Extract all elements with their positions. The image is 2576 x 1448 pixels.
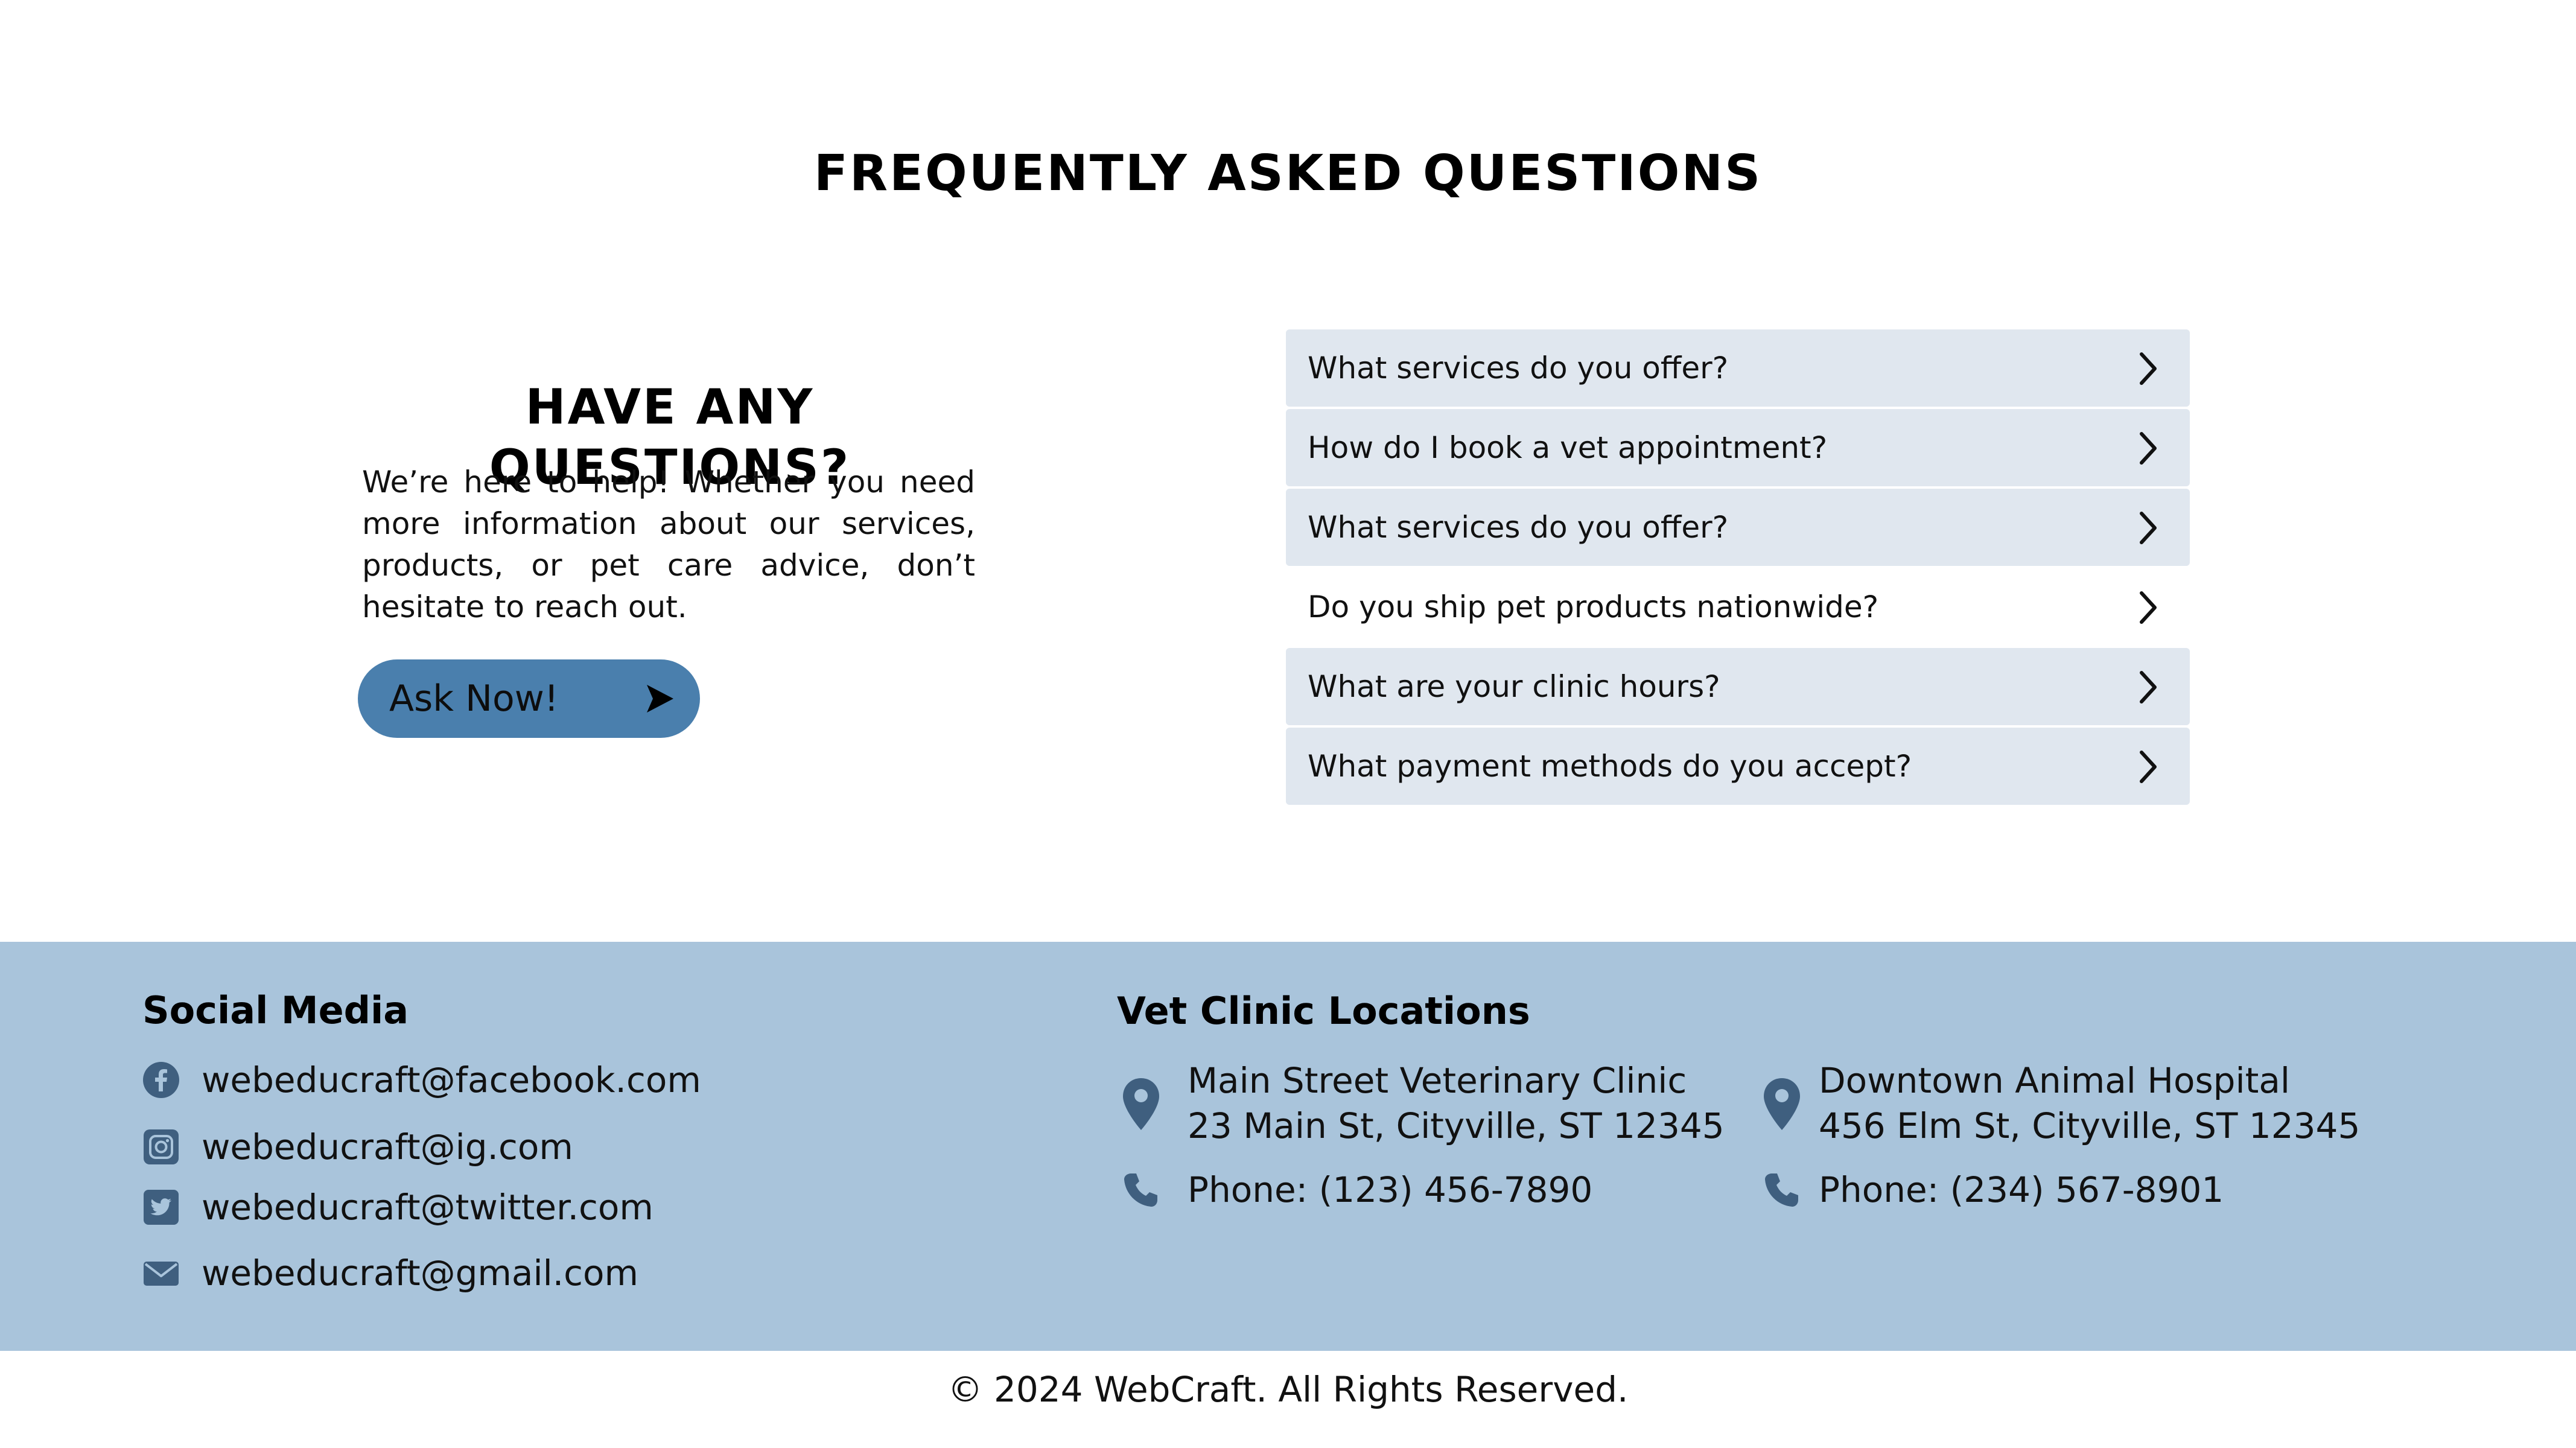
faq-item[interactable]: What services do you offer? <box>1286 329 2190 407</box>
chevron-right-icon <box>2140 751 2157 783</box>
social-link-twitter[interactable]: webeducraft@twitter.com <box>142 1183 654 1231</box>
social-text: webeducraft@ig.com <box>202 1126 573 1167</box>
chevron-right-icon <box>2140 671 2157 703</box>
faq-question: What services do you offer? <box>1308 510 1729 545</box>
faq-item[interactable]: Do you ship pet products nationwide? <box>1286 568 2190 646</box>
clinic-name: Downtown Animal Hospital <box>1819 1060 2290 1101</box>
questions-intro-text: We’re here to help! Whether you need mor… <box>362 465 975 624</box>
map-pin-icon <box>1764 1078 1800 1130</box>
play-arrow-icon <box>647 685 673 713</box>
faq-item[interactable]: How do I book a vet appointment? <box>1286 409 2190 486</box>
phone-icon <box>1124 1173 1157 1207</box>
clinic-locations-heading: Vet Clinic Locations <box>1117 989 1530 1033</box>
social-link-facebook[interactable]: webeducraft@facebook.com <box>142 1056 701 1104</box>
faq-list: What services do you offer? How do I boo… <box>1286 329 2190 807</box>
footer: Social Media webeducraft@facebook.com we… <box>0 942 2576 1351</box>
clinic-address: 456 Elm St, Cityville, ST 12345 <box>1819 1105 2361 1146</box>
social-text: webeducraft@facebook.com <box>202 1059 701 1100</box>
faq-question: What services do you offer? <box>1308 351 1729 386</box>
social-link-instagram[interactable]: webeducraft@ig.com <box>142 1123 573 1171</box>
social-text: webeducraft@twitter.com <box>202 1187 654 1228</box>
chevron-right-icon <box>2140 352 2157 385</box>
faq-question: Do you ship pet products nationwide? <box>1308 589 1879 624</box>
instagram-icon <box>144 1129 179 1164</box>
clinic-name: Main Street Veterinary Clinic <box>1188 1060 1687 1101</box>
email-icon <box>144 1262 179 1286</box>
clinic-phone[interactable]: Phone: (234) 567-8901 <box>1819 1167 2224 1213</box>
faq-item[interactable]: What services do you offer? <box>1286 489 2190 566</box>
social-text: webeducraft@gmail.com <box>202 1253 639 1294</box>
clinic-address: 23 Main St, Cityville, ST 12345 <box>1188 1105 1725 1146</box>
twitter-icon <box>144 1190 179 1225</box>
faq-question: What payment methods do you accept? <box>1308 749 1912 784</box>
social-media-heading: Social Media <box>142 988 409 1032</box>
faq-question: What are your clinic hours? <box>1308 669 1720 704</box>
copyright-text: © 2024 WebCraft. All Rights Reserved. <box>947 1369 1629 1410</box>
ask-now-button[interactable]: Ask Now! <box>358 659 700 738</box>
chevron-right-icon <box>2140 512 2157 544</box>
chevron-right-icon <box>2140 432 2157 465</box>
facebook-icon <box>143 1062 179 1098</box>
chevron-right-icon <box>2140 591 2157 624</box>
faq-item[interactable]: What are your clinic hours? <box>1286 648 2190 725</box>
page-title: FREQUENTLY ASKED QUESTIONS <box>813 145 1763 202</box>
ask-now-label: Ask Now! <box>389 678 559 720</box>
faq-question: How do I book a vet appointment? <box>1308 430 1828 465</box>
social-link-email[interactable]: webeducraft@gmail.com <box>142 1249 638 1297</box>
clinic-phone[interactable]: Phone: (123) 456-7890 <box>1188 1167 1592 1213</box>
faq-item[interactable]: What payment methods do you accept? <box>1286 728 2190 805</box>
map-pin-icon <box>1123 1078 1159 1130</box>
phone-icon <box>1765 1173 1798 1207</box>
